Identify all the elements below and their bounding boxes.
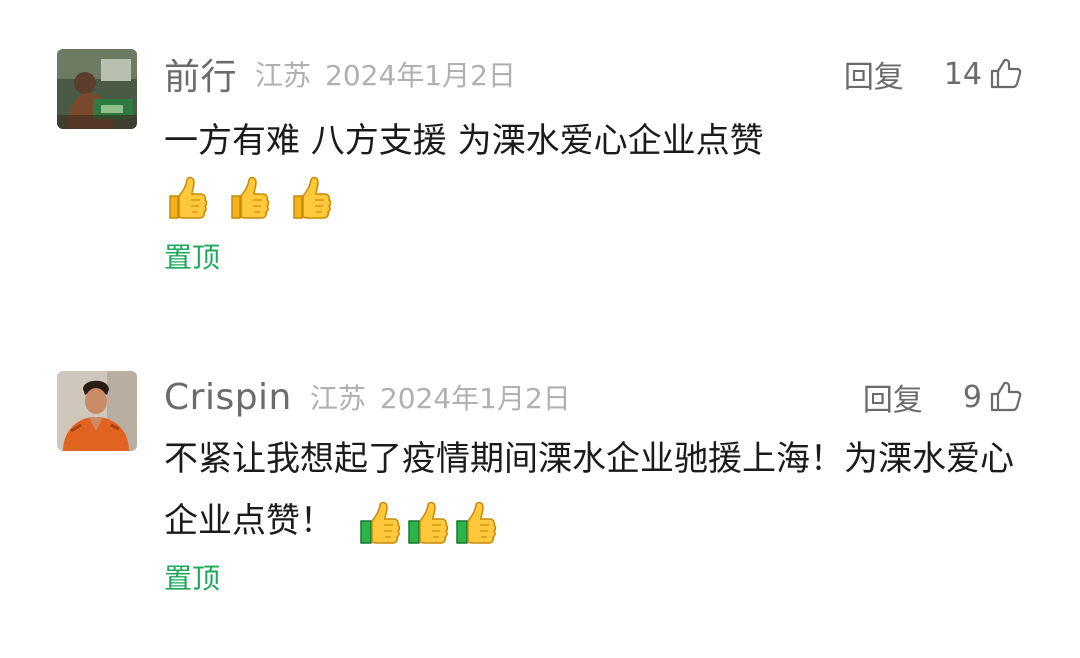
author-location: 江苏 xyxy=(309,382,366,415)
like-button[interactable]: 9 xyxy=(963,380,1022,415)
thumbs-up-outline-icon xyxy=(988,380,1022,414)
like-count: 9 xyxy=(962,379,982,415)
like-button[interactable]: 14 xyxy=(944,57,1022,92)
emoji-row xyxy=(164,174,350,222)
author-name[interactable]: Crispin xyxy=(164,377,292,418)
pin-button[interactable]: 置顶 xyxy=(164,557,220,597)
comment-item: Crispin 江苏 2024年1月2日 回复 9 不紧让我想起了疫情期间溧水企… xyxy=(0,320,1080,658)
thumbs-up-emoji-icon xyxy=(288,174,332,222)
thumbs-up-emoji-icon xyxy=(226,174,270,222)
user-avatar-photo xyxy=(57,371,137,451)
pin-button[interactable]: 置顶 xyxy=(164,236,220,276)
comment-date: 2024年1月2日 xyxy=(325,59,516,92)
emoji-row xyxy=(358,500,502,546)
thumbs-up-outline-icon xyxy=(988,57,1022,91)
reply-button[interactable]: 回复 xyxy=(863,375,923,419)
user-avatar[interactable] xyxy=(57,49,137,129)
thumbs-up-emoji-icon xyxy=(358,500,402,546)
user-avatar[interactable] xyxy=(57,371,137,451)
author-name[interactable]: 前行 xyxy=(164,48,237,100)
comment-header: 前行 江苏 2024年1月2日 回复 14 xyxy=(164,48,1022,100)
author-location: 江苏 xyxy=(255,59,312,92)
reply-button[interactable]: 回复 xyxy=(844,52,904,96)
thumbs-up-emoji-icon xyxy=(454,500,498,546)
like-count: 14 xyxy=(943,56,982,92)
comment-text-content: 不紧让我想起了疫情期间溧水企业驰援上海！为溧水爱心企业点赞！ xyxy=(164,439,1014,541)
comment-text: 一方有难 八方支援 为溧水爱心企业点赞 xyxy=(164,121,764,161)
user-avatar-photo xyxy=(57,49,137,129)
comment-header: Crispin 江苏 2024年1月2日 回复 9 xyxy=(164,371,1022,423)
thumbs-up-emoji-icon xyxy=(406,500,450,546)
comment-item: 前行 江苏 2024年1月2日 回复 14 一方有难 八方支援 为溧水爱心企业点… xyxy=(0,0,1080,320)
thumbs-up-emoji-icon xyxy=(164,174,208,222)
comment-date: 2024年1月2日 xyxy=(379,382,571,415)
comment-text: 不紧让我想起了疫情期间溧水企业驰援上海！为溧水爱心企业点赞！ xyxy=(164,428,1034,552)
